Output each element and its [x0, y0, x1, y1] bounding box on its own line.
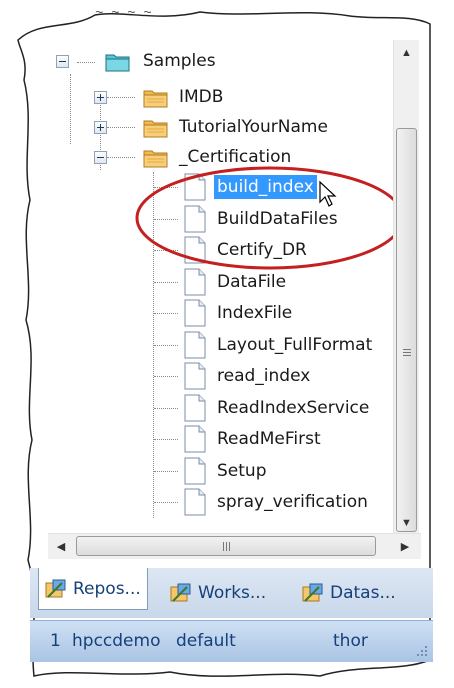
tree-item-file[interactable]: IndexFile: [214, 298, 295, 328]
truncated-title-fragment: ~ ~ ~ ~: [95, 4, 154, 18]
scroll-right-button[interactable]: ▶: [392, 534, 418, 559]
tab-label: Datas...: [330, 583, 396, 603]
document-icon: [184, 394, 206, 421]
tree-item-label: Samples: [143, 51, 216, 71]
tree-item-label: read_index: [217, 366, 311, 386]
tree-item-label: Setup: [217, 460, 267, 481]
status-server: hpccdemo: [72, 631, 161, 651]
grip-icon: [223, 542, 230, 551]
tree-item-label: BuildDataFiles: [217, 208, 338, 229]
document-icon: [184, 268, 206, 295]
tree-line: [70, 74, 72, 144]
scroll-thumb[interactable]: [396, 128, 417, 532]
vertical-scrollbar[interactable]: ▲ ▼: [393, 40, 419, 540]
tree-line: [154, 407, 178, 410]
collapse-toggle[interactable]: [94, 151, 107, 164]
tree-item-samples[interactable]: Samples: [140, 46, 219, 76]
tree-item-file[interactable]: Certify_DR: [214, 235, 310, 265]
status-count: 1: [50, 631, 61, 651]
tab-label: Works...: [198, 583, 267, 603]
tree-item-tutorialyourname[interactable]: TutorialYourName: [176, 112, 331, 142]
tree-line: [154, 218, 178, 221]
folder-icon: [143, 120, 168, 138]
tree-item-file[interactable]: build_index: [214, 172, 317, 202]
tab-label: Repos...: [73, 578, 141, 599]
document-icon: [184, 299, 206, 327]
scroll-thumb[interactable]: [76, 536, 376, 556]
document-icon: [184, 236, 206, 264]
status-target: thor: [333, 631, 368, 651]
tree-item-file[interactable]: ReadMeFirst: [214, 424, 324, 454]
tree-item-imdb[interactable]: IMDB: [176, 82, 226, 112]
tab-workunits[interactable]: Works...: [170, 576, 266, 610]
collapse-toggle[interactable]: [56, 55, 69, 68]
repository-panel-screenshot: ~ ~ ~ ~ Samples IMDB TutorialYourName _C…: [0, 0, 454, 688]
tree-item-label: DataFile: [217, 271, 287, 292]
status-bar: 1 hpccdemo default thor: [30, 620, 433, 662]
tree-item-label: IndexFile: [217, 303, 293, 323]
scroll-up-button[interactable]: ▲: [394, 40, 419, 66]
status-cluster: default: [176, 631, 236, 651]
horizontal-scrollbar[interactable]: ◀ ▶: [48, 533, 421, 559]
tree-line: [154, 313, 178, 315]
tree-line: [154, 344, 178, 347]
tree-item-file[interactable]: spray_verification: [214, 487, 371, 517]
document-icon: [184, 425, 206, 453]
tree-item-file[interactable]: Setup: [214, 456, 269, 486]
document-icon: [184, 457, 206, 484]
tree-line: [154, 187, 178, 189]
grip-icon: [403, 347, 411, 358]
tree-line: [107, 97, 135, 99]
tree-item-label: IMDB: [179, 87, 224, 107]
tree-item-label: ReadMeFirst: [217, 429, 321, 449]
folder-open-icon: [143, 150, 168, 168]
workunits-icon: [170, 583, 191, 602]
repository-icon: [45, 579, 66, 598]
tree-item-file[interactable]: read_index: [214, 361, 313, 391]
tab-repository[interactable]: Repos...: [38, 568, 148, 610]
tree-line: [154, 376, 178, 378]
panel-tab-bar: Repos... Works... Datas...: [30, 568, 433, 618]
mouse-cursor-icon: [319, 180, 337, 207]
tree-item-label: _Certification: [179, 147, 292, 167]
tree-line: [154, 250, 178, 252]
tree-line: [107, 127, 135, 129]
folder-cyan-icon: [105, 54, 130, 72]
document-icon: [184, 362, 206, 390]
tree-item-label: Layout_FullFormat: [217, 334, 373, 355]
tree-line: [154, 502, 178, 504]
tree-item-label: build_index: [214, 175, 317, 199]
tree-item-label: TutorialYourName: [179, 117, 328, 137]
tree-item-label: ReadIndexService: [217, 397, 370, 418]
resize-grip-icon[interactable]: [413, 642, 429, 658]
expand-toggle[interactable]: [94, 121, 107, 134]
folder-icon: [143, 90, 168, 108]
tree-item-file[interactable]: DataFile: [214, 267, 289, 297]
document-icon: [184, 205, 206, 232]
tree-line: [154, 439, 178, 441]
tree-item-label: spray_verification: [217, 492, 368, 512]
tree-item-file[interactable]: ReadIndexService: [214, 393, 372, 423]
tab-datasets[interactable]: Datas...: [302, 576, 396, 610]
scroll-left-button[interactable]: ◀: [48, 534, 74, 559]
tree-line: [107, 157, 135, 159]
datasets-icon: [302, 583, 323, 602]
tree-item-file[interactable]: Layout_FullFormat: [214, 330, 375, 360]
tree-line: [77, 62, 95, 64]
tree-line: [154, 470, 178, 473]
document-icon: [184, 488, 206, 516]
tree-line: [154, 281, 178, 284]
document-icon: [184, 331, 206, 358]
tree-item-certification[interactable]: _Certification: [176, 142, 294, 172]
document-icon: [184, 173, 206, 201]
expand-toggle[interactable]: [94, 91, 107, 104]
tree-item-label: Certify_DR: [217, 240, 307, 260]
